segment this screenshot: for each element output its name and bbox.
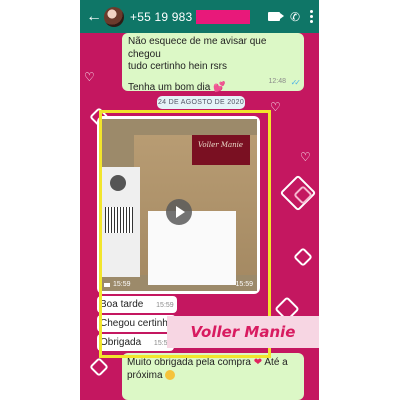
message-text: Chegou certinho xyxy=(100,318,174,329)
message-bubble[interactable]: Chegou certinho xyxy=(97,315,177,332)
heart-emoji-icon: 💕 xyxy=(213,81,226,93)
shipping-label xyxy=(100,167,140,277)
header-actions: ✆ xyxy=(267,10,313,24)
hugging-emoji-icon xyxy=(165,370,176,381)
message-text: Obrigada xyxy=(100,337,142,348)
message-bubble[interactable]: Boa tarde 15:59 xyxy=(97,296,177,313)
more-vert-icon[interactable] xyxy=(310,10,313,23)
date-separator: 24 DE AGOSTO DE 2020 xyxy=(157,96,245,109)
wallpaper-ornament xyxy=(89,357,109,377)
avatar[interactable] xyxy=(104,6,124,27)
arrow-left-icon[interactable]: ← xyxy=(86,8,102,26)
message-bubble[interactable]: Não esquece de me avisar que chegou tudo… xyxy=(122,33,304,93)
message-text: próxima xyxy=(127,370,163,381)
message-text: Muito obrigada pela compra xyxy=(127,357,251,368)
message-bubble[interactable]: Muito obrigada pela compra ❤ Até a próxi… xyxy=(122,353,304,400)
chat-header: ← +55 19 983 ✆ xyxy=(80,0,319,33)
video-thumbnail[interactable]: Voller Manie 15:59 15:59 xyxy=(100,119,257,291)
message-text: Boa tarde xyxy=(100,299,144,310)
brand-watermark: Voller Manie xyxy=(167,316,319,348)
message-text: Não esquece de me avisar que chegou xyxy=(128,36,267,60)
video-message[interactable]: Voller Manie 15:59 15:59 xyxy=(97,116,260,294)
play-icon[interactable] xyxy=(166,199,192,225)
wallpaper-ornament xyxy=(293,247,313,267)
heart-icon: ♡ xyxy=(270,100,281,114)
message-time: 12:48 xyxy=(268,77,286,85)
heart-emoji-icon: ❤ xyxy=(253,357,263,368)
contact-phone-number[interactable]: +55 19 983 xyxy=(130,10,192,24)
paper-note xyxy=(148,211,236,285)
heart-icon: ♡ xyxy=(84,70,95,84)
message-time: 15:59 xyxy=(156,302,174,309)
redaction-block xyxy=(196,9,251,24)
message-text: Até a xyxy=(264,357,288,368)
brand-tag: Voller Manie xyxy=(192,135,250,165)
message-time: 15:59 xyxy=(235,281,253,288)
message-text: tudo certinho hein rsrs xyxy=(128,61,227,72)
video-duration: 15:59 xyxy=(104,281,131,288)
phone-icon[interactable]: ✆ xyxy=(290,10,300,24)
video-camera-icon xyxy=(104,282,110,287)
heart-icon: ♡ xyxy=(300,150,311,164)
double-check-icon: ✓✓ xyxy=(290,77,302,87)
message-bubble[interactable]: Obrigada 15:59 xyxy=(97,334,175,351)
video-call-icon[interactable] xyxy=(267,12,284,21)
